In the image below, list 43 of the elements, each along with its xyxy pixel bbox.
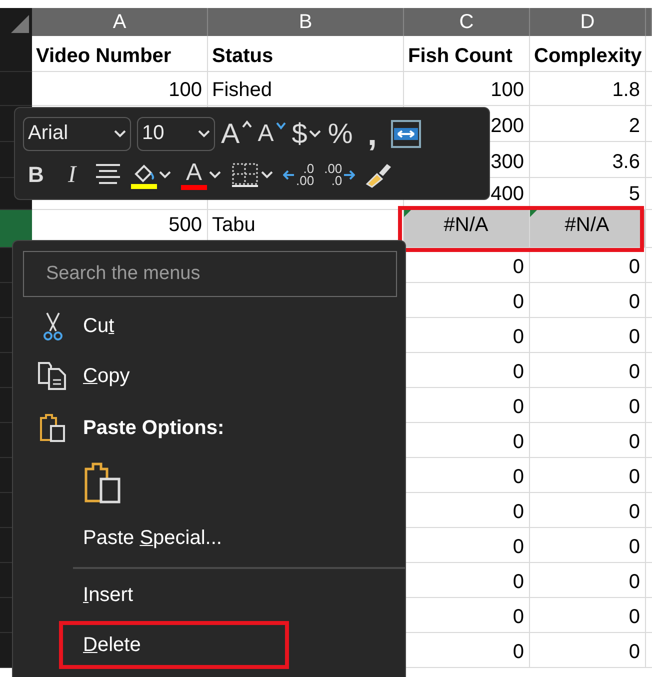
cell-value: 0 (628, 501, 640, 524)
cell-value: 0 (512, 256, 524, 279)
cell-value: 0 (512, 536, 524, 559)
cell-value: 0 (512, 326, 524, 349)
cell-value: 3.6 (612, 151, 640, 174)
cell-value: #N/A (444, 214, 488, 237)
cell-value: #N/A (564, 214, 610, 237)
menu-heading: Paste Options: (83, 416, 224, 440)
cell-value: 0 (628, 396, 640, 419)
cell-value: Tabu (212, 214, 256, 237)
cell-value: 1.8 (612, 79, 640, 102)
cell-value: 0 (628, 256, 640, 279)
cell-value: 300 (490, 151, 524, 174)
cell-value: 0 (512, 291, 524, 314)
cell-value: 0 (628, 606, 640, 629)
cell-value: 0 (512, 361, 524, 384)
column-title: Complexity (534, 45, 642, 68)
column-title: Status (212, 45, 274, 68)
cell-value: 0 (512, 606, 524, 629)
cell-value: 0 (628, 431, 640, 454)
cell-value: 0 (512, 501, 524, 524)
cell-value: 0 (512, 466, 524, 489)
cell-value: 500 (168, 214, 202, 237)
cell-value: 0 (628, 641, 640, 664)
cell-value: 0 (628, 536, 640, 559)
cell-value: 100 (168, 79, 202, 102)
column-title: Video Number (36, 45, 172, 68)
column-title: Fish Count (408, 45, 512, 68)
cell-value: 2 (628, 115, 640, 138)
cell-value: 0 (628, 361, 640, 384)
cell-value: 200 (490, 115, 524, 138)
cell-value: 100 (490, 79, 524, 102)
cell-value: 0 (628, 571, 640, 594)
cell-value: 400 (490, 183, 524, 206)
cell-value: 0 (628, 291, 640, 314)
cell-value: 5 (628, 183, 640, 206)
cell-value: 0 (628, 326, 640, 349)
cell-value: 0 (512, 641, 524, 664)
cell-value: Fished (212, 79, 272, 102)
cell-value: 0 (512, 431, 524, 454)
cell-value: 0 (512, 571, 524, 594)
cell-value: 0 (628, 466, 640, 489)
cell-value: 0 (512, 396, 524, 419)
